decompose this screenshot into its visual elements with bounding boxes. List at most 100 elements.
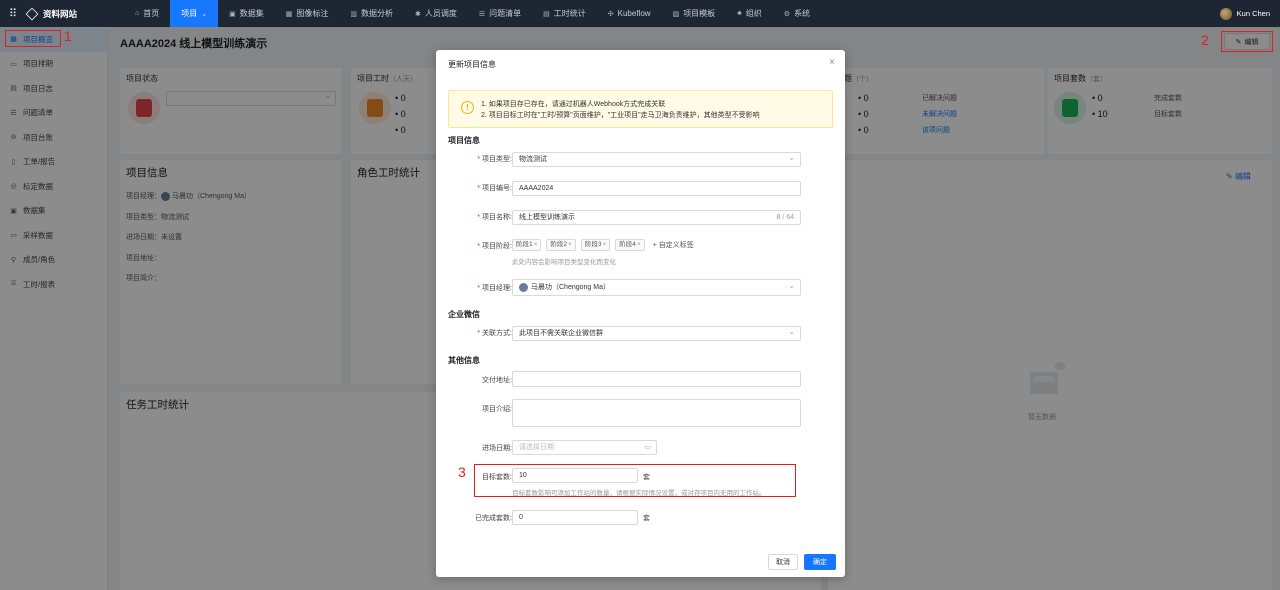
brand-name: 资料网站 [43,8,78,19]
people-icon: ✱ [414,10,421,18]
close-icon[interactable]: × [568,241,572,248]
nav-label: 系统 [794,9,811,18]
field-label-text: 项目经理: [482,285,512,292]
nav-dataset[interactable]: ▣ 数据集 [218,0,275,27]
project-type-select[interactable]: 物流测试 [512,151,801,167]
home-icon: ⌂ [135,10,140,17]
nav-label: 问题清单 [489,9,522,18]
tag-label: 阶段1 [516,241,533,248]
nav-label: 工时统计 [553,9,586,18]
annotation-number-3: 3 [458,464,466,480]
close-icon[interactable]: × [637,241,641,248]
close-icon[interactable]: × [534,241,538,248]
done-sets-unit: 套 [643,515,650,522]
field-label-text: 项目编号: [482,185,512,192]
field-label-text: 项目名称: [482,214,512,221]
field-label: 进场日期: [436,443,512,453]
field-label: * 项目类型: [477,156,512,163]
template-icon: ▧ [672,10,680,18]
chevron-down-icon: ⌄ [201,10,208,18]
char-count: 8 / 64 [776,214,794,221]
user-menu[interactable]: Kun Chen [1219,0,1270,27]
list-icon: ☰ [478,10,486,18]
annotation-number-2: 2 [1201,32,1209,48]
section-project-info: 项目信息 [448,136,480,145]
nav-label: 数据集 [239,9,264,18]
nav-analysis[interactable]: ▥ 数据分析 [339,0,404,27]
project-intro-textarea[interactable] [512,399,801,427]
time-icon: ▤ [543,10,550,18]
nav-kubeflow[interactable]: ✣ Kubeflow [597,0,662,27]
add-custom-tag-button[interactable]: + 自定义标签 [653,240,694,250]
field-label-text: 项目介绍: [482,406,512,413]
delivery-address-input[interactable] [512,371,801,387]
tag-label: 阶段2 [550,241,568,248]
field-label-text: 关联方式: [482,330,512,337]
avatar [519,282,528,292]
avatar [1219,7,1232,20]
tag-label: 阶段4 [619,241,636,248]
warning-icon: ! [461,101,474,114]
annotation-box-2 [1221,31,1273,52]
project-name-value: 线上模型训练演示 [519,214,575,221]
field-label: * 项目阶段: [477,243,512,250]
close-icon[interactable]: × [602,241,606,248]
stage-tag[interactable]: 阶段3× [580,239,611,251]
nav-org[interactable]: ♣ 组织 [726,0,773,27]
field-label: 已完成套数: [436,513,512,523]
annotate-icon: ▦ [285,10,293,18]
nav-label: 人员调度 [424,9,457,18]
stage-tag[interactable]: 阶段4× [615,239,645,251]
section-wechat: 企业微信 [448,310,480,319]
chart-icon: ▥ [350,10,357,18]
nav-label: 数据分析 [360,9,393,18]
nav-annotate[interactable]: ▦ 图像标注 [275,0,340,27]
nav-label: 首页 [143,9,160,18]
user-name: Kun Chen [1236,9,1270,18]
nav-hours[interactable]: ▤ 工时统计 [532,0,597,27]
annotation-box-1 [5,30,61,47]
nav-template[interactable]: ▧ 项目模板 [662,0,727,27]
alert-line: 2. 项目目标工时在"工时/预算"页面维护，"工业项目"走马卫海负责维护，其他类… [481,112,760,119]
field-label: * 关联方式: [477,330,512,337]
close-icon[interactable]: × [829,57,835,68]
brand[interactable]: 资料网站 [25,7,124,20]
top-navbar: ⠿ 资料网站 ⌂ 首页 项目 ⌄ ▣ 数据集 ▦ 图像标注 ▥ 数据分析 ✱ 人员调度 ☰ 问… [0,0,1280,27]
project-manager-select[interactable]: 马晨功（Chengong Ma） [512,278,801,296]
field-label-text: 项目类型: [482,156,512,163]
date-placeholder: 请选择日期 [519,444,554,451]
section-other: 其他信息 [448,356,480,365]
project-name-input[interactable]: 线上模型训练演示 8 / 64 [512,210,801,225]
project-code-input[interactable]: AAAA2024 [512,181,801,196]
done-sets-input[interactable]: 0 [512,510,638,525]
nav-project[interactable]: 项目 ⌄ [170,0,219,27]
warning-alert: ! 1. 如果项目存已存在，请通过机器人Webhook方式完成关联 2. 项目目… [448,90,833,128]
nav-label: 组织 [745,9,762,18]
entry-date-picker[interactable]: 请选择日期 ▭ [512,440,657,455]
confirm-button[interactable]: 确定 [804,554,836,570]
image-icon: ▣ [229,10,236,18]
update-project-modal: 更新项目信息 × ! 1. 如果项目存已存在，请通过机器人Webhook方式完成… [436,50,845,577]
nav-label: Kubeflow [617,9,651,18]
stage-tag[interactable]: 阶段2× [546,239,576,251]
apps-grid-icon[interactable]: ⠿ [0,7,26,20]
alert-line: 1. 如果项目存已存在，请通过机器人Webhook方式完成关联 [481,101,666,108]
wechat-link-select[interactable]: 此项目不需关联企业微信群 [512,325,801,341]
nav-home[interactable]: ⌂ 首页 [124,0,170,27]
field-label-text: 已完成套数: [475,515,512,522]
cancel-button[interactable]: 取消 [768,554,798,570]
field-label-text: 项目阶段: [482,243,512,250]
field-label-text: 交付地址: [482,377,512,384]
manager-value: 马晨功（Chengong Ma） [531,284,610,291]
alert-lines: 1. 如果项目存已存在，请通过机器人Webhook方式完成关联 2. 项目目标工… [481,99,760,121]
nav-people[interactable]: ✱ 人员调度 [404,0,468,27]
stage-tags: 阶段1× 阶段2× 阶段3× 阶段4× + 自定义标签 [512,239,694,251]
nav-system[interactable]: ⚙ 系统 [773,0,821,27]
org-icon: ♣ [737,10,742,17]
stage-tag[interactable]: 阶段1× [512,239,542,251]
field-label-text: 进场日期: [482,445,512,452]
nav-issues[interactable]: ☰ 问题清单 [468,0,532,27]
modal-title: 更新项目信息 [448,60,496,69]
field-label: 项目介绍: [436,404,512,414]
field-label: * 项目编号: [477,185,512,192]
